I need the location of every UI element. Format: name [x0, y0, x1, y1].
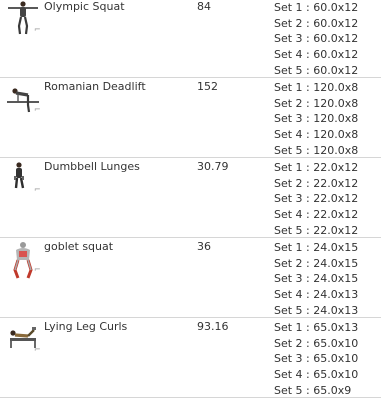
- thumbnail-marker: ⌐: [34, 105, 41, 114]
- exercise-name: Romanian Deadlift: [44, 80, 146, 93]
- exercise-row[interactable]: ⌐ Olympic Squat 84 Set 1 : 60.0x12 Set 2…: [0, 0, 381, 78]
- set-entry: Set 4 : 22.0x12: [274, 208, 359, 222]
- set-entry: Set 3 : 24.0x15: [274, 272, 359, 286]
- set-entry: Set 2 : 22.0x12: [274, 176, 359, 190]
- exercise-name: Dumbbell Lunges: [44, 160, 140, 173]
- set-entry: Set 5 : 22.0x12: [274, 223, 359, 237]
- set-entry: Set 2 : 60.0x12: [274, 16, 359, 30]
- goblet-squat-figure-icon: [13, 242, 33, 279]
- set-list: Set 1 : 120.0x8 Set 2 : 120.0x8 Set 3 : …: [274, 80, 358, 158]
- set-entry: Set 5 : 24.0x13: [274, 303, 359, 317]
- set-list: Set 1 : 24.0x15 Set 2 : 24.0x15 Set 3 : …: [274, 240, 358, 318]
- set-entry: Set 4 : 65.0x10: [274, 368, 359, 382]
- set-entry: Set 2 : 120.0x8: [274, 96, 359, 110]
- set-entry: Set 1 : 120.0x8: [274, 81, 359, 94]
- set-entry: Set 5 : 120.0x8: [274, 143, 359, 157]
- set-entry: Set 3 : 120.0x8: [274, 112, 359, 126]
- set-list: Set 1 : 65.0x13 Set 2 : 65.0x10 Set 3 : …: [274, 320, 358, 398]
- set-entry: Set 4 : 24.0x13: [274, 288, 359, 302]
- set-entry: Set 1 : 22.0x12: [274, 161, 359, 174]
- exercise-volume: 36: [197, 240, 211, 253]
- exercise-row[interactable]: ⌐ Dumbbell Lunges 30.79 Set 1 : 22.0x12 …: [0, 158, 381, 238]
- exercise-row[interactable]: ⌐ Lying Leg Curls 93.16 Set 1 : 65.0x13 …: [0, 318, 381, 398]
- exercise-name: Lying Leg Curls: [44, 320, 128, 333]
- exercise-name: Olympic Squat: [44, 0, 125, 13]
- romanian-deadlift-figure-icon: [7, 88, 39, 113]
- set-entry: Set 2 : 24.0x15: [274, 256, 359, 270]
- set-entry: Set 1 : 65.0x13: [274, 321, 359, 334]
- set-entry: Set 5 : 60.0x12: [274, 63, 359, 77]
- set-entry: Set 3 : 60.0x12: [274, 32, 359, 46]
- thumbnail-marker: ⌐: [34, 265, 41, 274]
- exercise-volume: 93.16: [197, 320, 229, 333]
- set-entry: Set 2 : 65.0x10: [274, 336, 359, 350]
- thumbnail-marker: ⌐: [34, 25, 41, 34]
- lying-leg-curls-figure-icon: [10, 327, 36, 348]
- thumbnail-marker: ⌐: [34, 185, 41, 194]
- set-entry: Set 5 : 65.0x9: [274, 383, 352, 397]
- set-entry: Set 3 : 65.0x10: [274, 352, 359, 366]
- thumbnail-marker: ⌐: [34, 345, 41, 354]
- set-entry: Set 3 : 22.0x12: [274, 192, 359, 206]
- set-entry: Set 4 : 60.0x12: [274, 48, 359, 62]
- dumbbell-lunges-figure-icon: [14, 162, 25, 189]
- set-entry: Set 1 : 24.0x15: [274, 241, 359, 254]
- set-entry: Set 4 : 120.0x8: [274, 128, 359, 142]
- set-entry: Set 1 : 60.0x12: [274, 1, 359, 14]
- exercise-volume: 30.79: [197, 160, 229, 173]
- exercise-row[interactable]: ⌐ Romanian Deadlift 152 Set 1 : 120.0x8 …: [0, 78, 381, 158]
- exercise-log-list: ⌐ Olympic Squat 84 Set 1 : 60.0x12 Set 2…: [0, 0, 381, 398]
- exercise-volume: 152: [197, 80, 218, 93]
- exercise-volume: 84: [197, 0, 211, 13]
- set-list: Set 1 : 60.0x12 Set 2 : 60.0x12 Set 3 : …: [274, 0, 358, 78]
- set-list: Set 1 : 22.0x12 Set 2 : 22.0x12 Set 3 : …: [274, 160, 358, 238]
- exercise-name: goblet squat: [44, 240, 114, 253]
- exercise-row[interactable]: ⌐ goblet squat 36 Set 1 : 24.0x15 Set 2 …: [0, 238, 381, 318]
